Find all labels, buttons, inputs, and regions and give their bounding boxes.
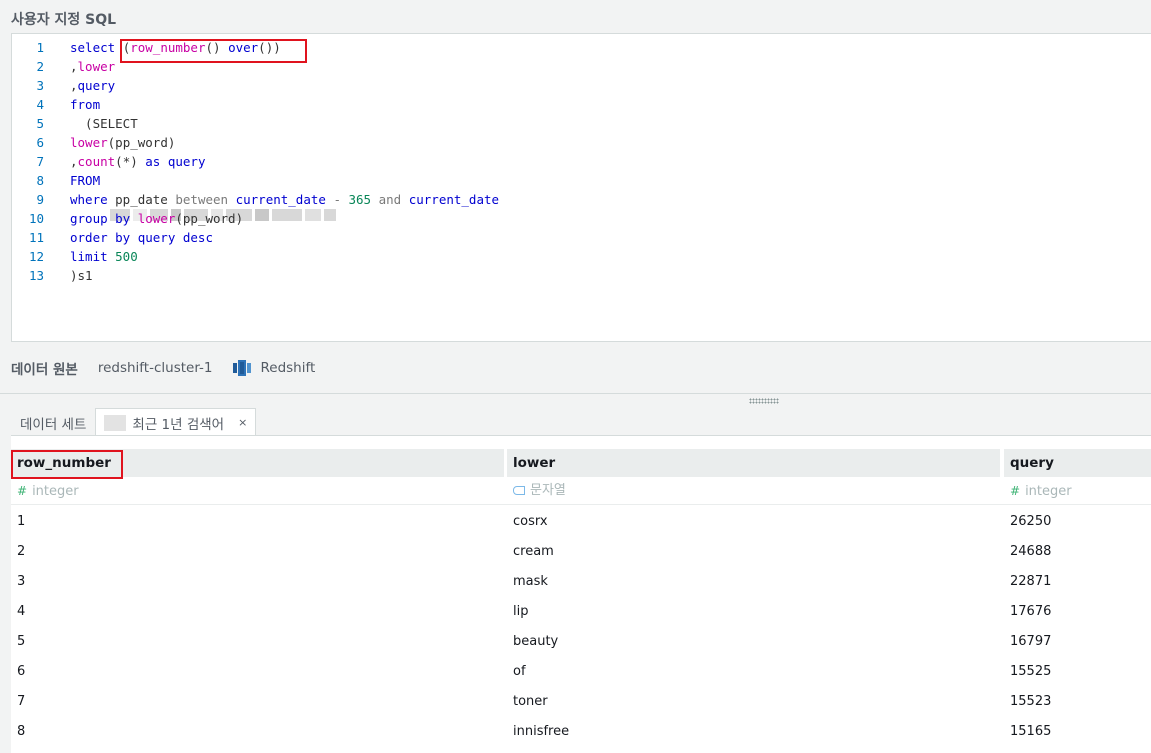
resize-handle[interactable] (749, 398, 779, 404)
code-line[interactable]: 5 (SELECT (12, 114, 137, 133)
hash-icon: # (1010, 484, 1021, 498)
datasource-bar: 데이터 원본 redshift-cluster-1 Redshift (11, 358, 315, 378)
redacted-tab-prefix (104, 414, 127, 431)
results-grid: row_number lower query # integer 문자열 # int… (11, 435, 1151, 753)
line-number: 6 (36, 135, 44, 150)
table-cell: 16797 (1010, 634, 1052, 649)
datasource-engine: Redshift (260, 360, 316, 376)
table-cell: 26250 (1010, 514, 1052, 529)
code-text: select (row_number() over()) (70, 40, 281, 55)
tab-recent-searches[interactable]: 최근 1년 검색어 × (95, 408, 257, 437)
pane-divider (0, 393, 1151, 394)
line-number: 9 (36, 192, 44, 207)
code-text: FROM (70, 173, 101, 188)
line-number: 4 (36, 97, 44, 112)
close-icon[interactable]: × (238, 416, 247, 429)
code-line[interactable]: 4 from (12, 95, 100, 114)
table-cell: 24688 (1010, 544, 1052, 559)
table-cell: of (513, 664, 526, 679)
table-row[interactable]: 5 beauty 16797 (11, 627, 1151, 657)
code-line[interactable]: 9 where pp_date between current_date - 36… (12, 190, 499, 209)
code-line[interactable]: 2 ,lower (12, 57, 115, 76)
tab-dataset[interactable]: 데이터 세트 (11, 408, 95, 437)
table-cell: 4 (17, 604, 26, 619)
table-cell: 7 (17, 694, 26, 709)
line-number: 10 (28, 211, 44, 226)
code-text: order by query desc (70, 230, 213, 245)
table-row[interactable]: 2 cream 24688 (11, 537, 1151, 567)
code-text: ,query (70, 78, 116, 93)
line-number: 7 (36, 154, 44, 169)
line-number: 8 (36, 173, 44, 188)
hash-icon: # (17, 484, 28, 498)
table-cell: lip (513, 604, 529, 619)
table-cell: 15525 (1010, 664, 1052, 679)
table-cell: 5 (17, 634, 26, 649)
tab-label: 데이터 세트 (20, 416, 87, 433)
code-text: group by lower(pp_word) (70, 211, 244, 226)
code-line[interactable]: 11 order by query desc (12, 228, 213, 247)
table-cell: innisfree (513, 724, 570, 739)
datasource-cluster: redshift-cluster-1 (97, 360, 213, 376)
column-type-lower: 문자열 (507, 480, 566, 502)
code-line[interactable]: 1 select (row_number() over()) (12, 38, 280, 57)
column-header-lower[interactable]: lower (507, 449, 1000, 477)
line-number: 2 (36, 59, 44, 74)
header-divider (11, 504, 1151, 505)
code-text: limit 500 (70, 249, 138, 264)
table-cell: 17676 (1010, 604, 1052, 619)
table-cell: 2 (17, 544, 26, 559)
string-icon (513, 486, 525, 495)
code-line[interactable]: 3 ,query (12, 76, 115, 95)
table-cell: 3 (17, 574, 26, 589)
code-line[interactable]: 7 ,count(*) as query (12, 152, 205, 171)
table-row[interactable]: 3 mask 22871 (11, 567, 1151, 597)
table-row[interactable]: 4 lip 17676 (11, 597, 1151, 627)
code-line[interactable]: 8 FROM (12, 171, 100, 190)
line-number: 13 (28, 268, 44, 283)
table-row[interactable]: 8 innisfree 15165 (11, 717, 1151, 747)
code-line[interactable]: 10 group by lower(pp_word) (12, 209, 243, 228)
code-line[interactable]: 13 )s1 (12, 266, 93, 285)
line-number: 11 (28, 230, 44, 245)
table-cell: cosrx (513, 514, 548, 529)
section-title: 사용자 지정 SQL (11, 12, 117, 28)
code-line[interactable]: 6 lower(pp_word) (12, 133, 175, 152)
table-cell: 22871 (1010, 574, 1052, 589)
code-text: lower(pp_word) (70, 135, 176, 150)
line-number: 12 (28, 249, 44, 264)
code-text: ,count(*) as query (70, 154, 206, 169)
table-cell: 1 (17, 514, 26, 529)
line-number: 5 (36, 116, 44, 131)
tab-label: 최근 1년 검색어 (132, 416, 225, 433)
line-number: 1 (36, 40, 44, 55)
table-cell: mask (513, 574, 548, 589)
column-type-row-number: # integer (17, 484, 79, 499)
dataset-tabs: 데이터 세트 최근 1년 검색어 × (11, 408, 257, 437)
table-cell: 15523 (1010, 694, 1052, 709)
table-row[interactable]: 6 of 15525 (11, 657, 1151, 687)
code-text: )s1 (70, 268, 93, 283)
table-cell: 15165 (1010, 724, 1052, 739)
table-cell: beauty (513, 634, 559, 649)
datasource-label: 데이터 원본 (11, 362, 78, 378)
row-number-header-highlight (11, 450, 123, 479)
code-text: from (70, 97, 101, 112)
redshift-icon (232, 358, 252, 378)
column-type-query: # integer (1010, 484, 1072, 499)
table-cell: cream (513, 544, 554, 559)
column-header-query[interactable]: query (1004, 449, 1151, 477)
code-text: where pp_date between current_date - 365… (70, 192, 500, 207)
table-row[interactable]: 1 cosrx 26250 (11, 507, 1151, 537)
sql-editor[interactable]: 1 select (row_number() over()) 2 ,lower 3 ,qu… (11, 33, 1151, 342)
code-text: ,lower (70, 59, 116, 74)
table-cell: toner (513, 694, 548, 709)
line-number: 3 (36, 78, 44, 93)
table-row[interactable]: 7 toner 15523 (11, 687, 1151, 717)
table-cell: 8 (17, 724, 26, 739)
code-line[interactable]: 12 limit 500 (12, 247, 138, 266)
table-cell: 6 (17, 664, 26, 679)
code-text: (SELECT (70, 116, 138, 131)
